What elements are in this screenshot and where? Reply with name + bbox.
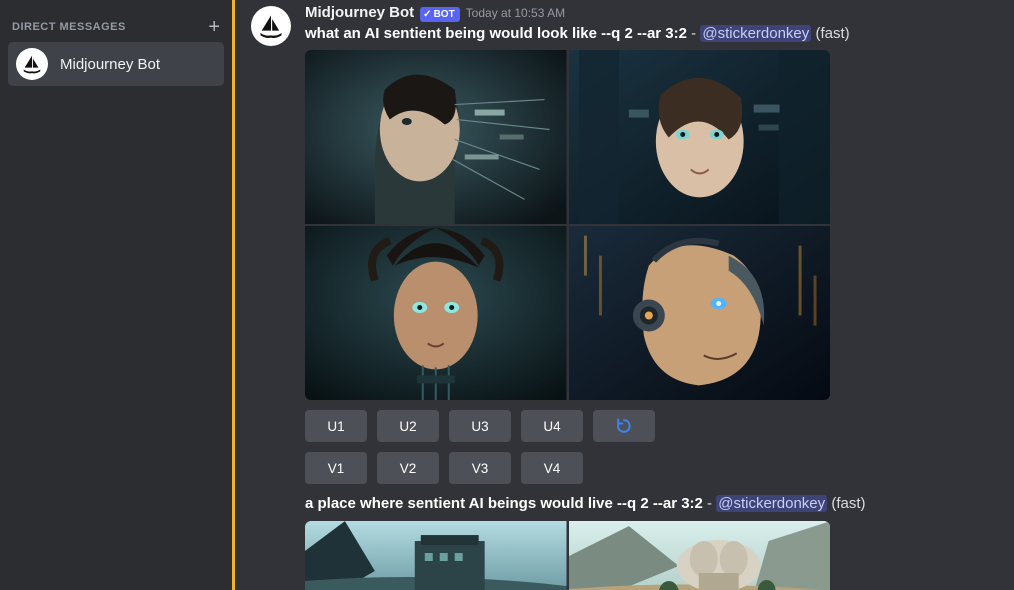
author-avatar[interactable]	[251, 6, 291, 46]
reroll-button[interactable]	[593, 410, 655, 442]
prompt-line: a place where sentient AI beings would l…	[305, 494, 998, 514]
u3-button[interactable]: U3	[449, 410, 511, 442]
image-cell-2[interactable]	[569, 50, 831, 224]
generated-image-grid[interactable]	[305, 50, 830, 400]
message-body: Midjourney Bot ✓ BOT Today at 10:53 AM w…	[305, 4, 998, 590]
upscale-button-row: U1 U2 U3 U4	[305, 410, 998, 442]
user-mention[interactable]: @stickerdonkey	[716, 495, 827, 512]
render-mode: (fast)	[815, 25, 849, 42]
bot-tag: ✓ BOT	[420, 7, 460, 22]
refresh-icon	[614, 416, 634, 436]
dm-header: DIRECT MESSAGES +	[0, 8, 232, 40]
image-cell-3[interactable]	[305, 226, 567, 400]
sailboat-icon	[257, 12, 285, 40]
message: Midjourney Bot ✓ BOT Today at 10:53 AM w…	[251, 4, 998, 590]
v4-button[interactable]: V4	[521, 452, 583, 484]
v2-button[interactable]: V2	[377, 452, 439, 484]
image-cell-1[interactable]	[305, 521, 567, 590]
bot-tag-label: BOT	[434, 8, 455, 21]
user-mention[interactable]: @stickerdonkey	[700, 25, 811, 42]
generated-image-grid[interactable]	[305, 521, 830, 590]
dm-sidebar: DIRECT MESSAGES + Midjourney Bot	[0, 0, 232, 590]
create-dm-plus-icon[interactable]: +	[208, 20, 220, 34]
prompt-line: what an AI sentient being would look lik…	[305, 24, 998, 44]
message-header: Midjourney Bot ✓ BOT Today at 10:53 AM	[305, 4, 998, 22]
dm-avatar	[16, 48, 48, 80]
render-mode: (fast)	[831, 495, 865, 512]
image-cell-4[interactable]	[569, 226, 831, 400]
dm-item-label: Midjourney Bot	[60, 56, 160, 73]
v3-button[interactable]: V3	[449, 452, 511, 484]
sailboat-icon	[21, 53, 43, 75]
separator-dash: -	[707, 495, 716, 512]
author-name[interactable]: Midjourney Bot	[305, 4, 414, 21]
variation-button-row: V1 V2 V3 V4	[305, 452, 998, 484]
v1-button[interactable]: V1	[305, 452, 367, 484]
chat-area: Midjourney Bot ✓ BOT Today at 10:53 AM w…	[235, 0, 1014, 590]
prompt-text: a place where sentient AI beings would l…	[305, 495, 703, 512]
prompt-text: what an AI sentient being would look lik…	[305, 25, 687, 42]
verified-check-icon: ✓	[423, 8, 431, 21]
message-timestamp: Today at 10:53 AM	[466, 6, 565, 20]
dm-header-label: DIRECT MESSAGES	[12, 21, 126, 33]
image-cell-1[interactable]	[305, 50, 567, 224]
separator-dash: -	[691, 25, 700, 42]
u2-button[interactable]: U2	[377, 410, 439, 442]
u1-button[interactable]: U1	[305, 410, 367, 442]
image-cell-2[interactable]	[569, 521, 831, 590]
dm-item-midjourney[interactable]: Midjourney Bot	[8, 42, 224, 86]
u4-button[interactable]: U4	[521, 410, 583, 442]
